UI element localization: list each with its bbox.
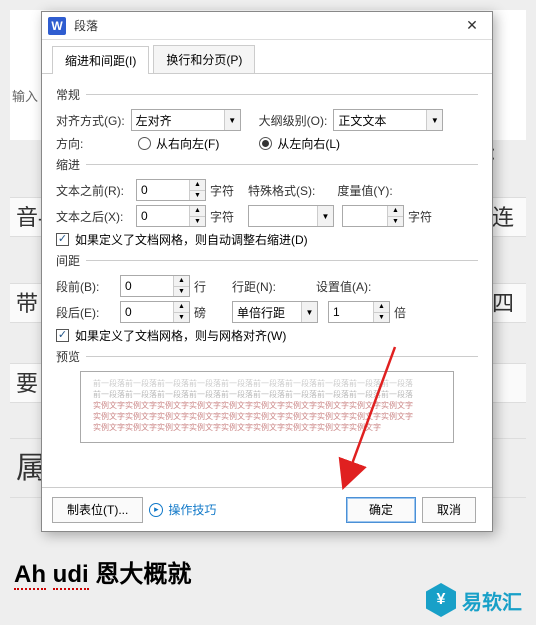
tips-link[interactable]: ▸ 操作技巧 xyxy=(149,501,216,518)
indent-before-label: 文本之前(R): xyxy=(56,182,130,199)
cancel-button[interactable]: 取消 xyxy=(422,497,476,523)
measure-label: 度量值(Y): xyxy=(337,182,392,199)
outline-combo[interactable]: 正文文本 ▼ xyxy=(333,109,443,131)
direction-label: 方向: xyxy=(56,135,106,152)
tab-line-page-breaks[interactable]: 换行和分页(P) xyxy=(153,45,255,73)
rtl-radio[interactable]: 从右向左(F) xyxy=(138,135,219,152)
paragraph-dialog: W 段落 ✕ 缩进和间距(I) 换行和分页(P) 常规 对齐方式(G): 左对齐… xyxy=(41,11,493,532)
section-preview: 预览 xyxy=(56,348,80,365)
special-format-label: 特殊格式(S): xyxy=(248,182,315,199)
outline-label: 大纲级别(O): xyxy=(259,112,328,129)
space-before-label: 段前(B): xyxy=(56,278,114,295)
set-value-label: 设置值(A): xyxy=(316,278,371,295)
line-spacing-combo[interactable]: 单倍行距 ▼ xyxy=(232,301,318,323)
section-general: 常规 xyxy=(56,86,80,103)
ok-button[interactable]: 确定 xyxy=(346,497,416,523)
auto-indent-checkbox[interactable]: 如果定义了文档网格，则自动调整右缩进(D) xyxy=(56,231,308,248)
section-spacing: 间距 xyxy=(56,252,80,269)
tabs-button[interactable]: 制表位(T)... xyxy=(52,497,143,523)
chevron-down-icon: ▼ xyxy=(301,302,317,322)
indent-before-spinner[interactable]: 0 ▲▼ xyxy=(136,179,206,201)
logo-icon: ¥ xyxy=(426,583,456,617)
indent-after-label: 文本之后(X): xyxy=(56,208,130,225)
section-indent: 缩进 xyxy=(56,156,80,173)
space-after-spinner[interactable]: 0 ▲▼ xyxy=(120,301,190,323)
snap-grid-checkbox[interactable]: 如果定义了文档网格，则与网格对齐(W) xyxy=(56,327,286,344)
chevron-down-icon: ▼ xyxy=(317,206,333,226)
app-icon: W xyxy=(48,17,66,35)
indent-after-spinner[interactable]: 0 ▲▼ xyxy=(136,205,206,227)
preview-pane: 前一段落前一段落前一段落前一段落前一段落前一段落前一段落前一段落前一段落前一段落… xyxy=(80,371,454,443)
doc-input-hint: 输入 xyxy=(12,86,38,105)
dialog-title: 段落 xyxy=(74,17,458,34)
measure-spinner[interactable]: ▲▼ xyxy=(342,205,404,227)
close-button[interactable]: ✕ xyxy=(458,17,486,34)
tab-indent-spacing[interactable]: 缩进和间距(I) xyxy=(52,46,149,74)
space-after-label: 段后(E): xyxy=(56,304,114,321)
line-spacing-label: 行距(N): xyxy=(232,278,276,295)
align-combo[interactable]: 左对齐 ▼ xyxy=(131,109,241,131)
doc-bottom-text: Ah udi 恩大概就 xyxy=(14,554,191,589)
ltr-radio[interactable]: 从左向右(L) xyxy=(259,135,340,152)
chevron-down-icon: ▼ xyxy=(426,110,442,130)
play-icon: ▸ xyxy=(149,503,163,517)
special-format-combo[interactable]: ▼ xyxy=(248,205,334,227)
watermark-logo: ¥ 易软汇 xyxy=(426,583,522,617)
space-before-spinner[interactable]: 0 ▲▼ xyxy=(120,275,190,297)
align-label: 对齐方式(G): xyxy=(56,112,125,129)
set-value-spinner[interactable]: 1 ▲▼ xyxy=(328,301,390,323)
chevron-down-icon: ▼ xyxy=(224,110,240,130)
